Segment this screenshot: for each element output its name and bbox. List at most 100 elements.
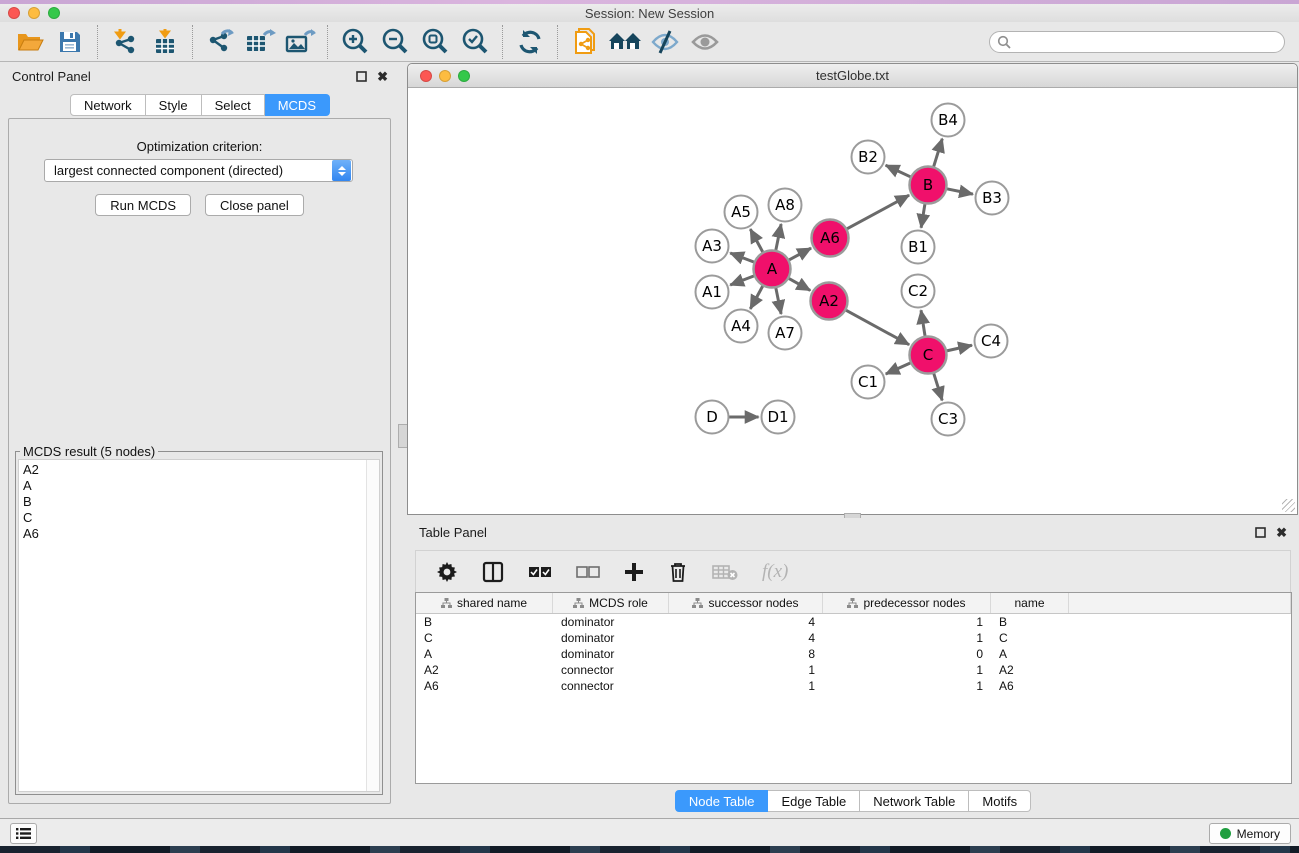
split-columns-icon[interactable] (482, 561, 504, 583)
table-body: Bdominator41BCdominator41CAdominator80AA… (416, 614, 1291, 694)
delete-column-icon[interactable] (668, 561, 688, 583)
show-graphics-details-icon[interactable] (685, 25, 725, 59)
table-cell: dominator (553, 646, 669, 662)
save-session-icon[interactable] (50, 25, 90, 59)
tab-edge-table[interactable]: Edge Table (768, 790, 860, 812)
table-row[interactable]: A6connector11A6 (416, 678, 1291, 694)
table-settings-gear-icon[interactable] (436, 561, 458, 583)
import-table-icon[interactable] (145, 25, 185, 59)
table-cell: connector (553, 678, 669, 694)
network-window-titlebar[interactable]: testGlobe.txt (408, 64, 1297, 88)
list-scrollbar[interactable] (366, 460, 379, 791)
network-window-title: testGlobe.txt (408, 68, 1297, 83)
memory-button[interactable]: Memory (1209, 823, 1291, 844)
toolbar-separator (327, 25, 328, 59)
apply-layout-icon[interactable] (510, 25, 550, 59)
mcds-result-list[interactable]: A2ABCA6 (18, 459, 380, 792)
graph-node-label-B2: B2 (858, 148, 878, 166)
import-network-icon[interactable] (105, 25, 145, 59)
table-cell: 1 (823, 614, 991, 630)
graph-edge-A-A6[interactable] (788, 248, 811, 260)
table-row[interactable]: A2connector11A2 (416, 662, 1291, 678)
mcds-result-item: B (23, 494, 379, 510)
run-mcds-button[interactable]: Run MCDS (95, 194, 191, 216)
create-column-icon[interactable] (624, 562, 644, 582)
table-cell: A6 (991, 678, 1069, 694)
attribute-tree-icon (573, 598, 584, 608)
graph-edge-B-B4[interactable] (933, 139, 942, 168)
export-table-icon[interactable] (240, 25, 280, 59)
zoom-fit-icon[interactable] (415, 25, 455, 59)
tab-mcds[interactable]: MCDS (265, 94, 330, 116)
vertical-splitter[interactable] (400, 62, 407, 818)
graph-edge-C-C2[interactable] (921, 310, 925, 336)
graph-edge-C-C1[interactable] (886, 363, 911, 374)
float-panel-icon[interactable] (356, 71, 367, 82)
unselect-all-columns-icon[interactable] (576, 566, 600, 578)
node-table: shared nameMCDS rolesuccessor nodesprede… (415, 592, 1292, 784)
tab-style[interactable]: Style (146, 94, 202, 116)
graph-edge-C-C4[interactable] (946, 345, 972, 351)
tab-motifs[interactable]: Motifs (969, 790, 1031, 812)
graph-node-label-A1: A1 (702, 283, 722, 301)
graph-edge-B-B1[interactable] (921, 203, 925, 227)
export-network-icon[interactable] (200, 25, 240, 59)
close-table-panel-icon[interactable]: ✖ (1276, 526, 1287, 539)
table-cell: C (991, 630, 1069, 646)
delete-table-icon[interactable] (712, 563, 738, 581)
session-title: Session: New Session (0, 6, 1299, 21)
select-all-columns-icon[interactable] (528, 566, 552, 578)
main-toolbar (0, 22, 1299, 62)
mcds-result-item: A2 (23, 462, 379, 478)
graph-edge-A-A2[interactable] (788, 278, 810, 290)
graph-edge-B-B2[interactable] (886, 165, 912, 177)
graph-node-label-C3: C3 (938, 410, 958, 428)
graph-edge-A-A5[interactable] (750, 229, 763, 253)
table-row[interactable]: Cdominator41C (416, 630, 1291, 646)
zoom-out-icon[interactable] (375, 25, 415, 59)
zoom-in-icon[interactable] (335, 25, 375, 59)
graph-edge-A-A8[interactable] (776, 224, 781, 251)
table-row[interactable]: Bdominator41B (416, 614, 1291, 630)
float-table-panel-icon[interactable] (1255, 527, 1266, 538)
show-task-history-button[interactable] (10, 823, 37, 844)
hide-graphics-details-icon[interactable] (645, 25, 685, 59)
table-cell: dominator (553, 630, 669, 646)
close-panel-button[interactable]: Close panel (205, 194, 304, 216)
app-titlebar[interactable]: Session: New Session (0, 4, 1299, 22)
graph-edge-B-B3[interactable] (946, 189, 973, 194)
open-session-icon[interactable] (10, 25, 50, 59)
graph-edge-A-A4[interactable] (750, 285, 763, 309)
function-builder-icon[interactable]: f(x) (762, 561, 788, 583)
graph-edge-A-A3[interactable] (730, 253, 755, 262)
column-header[interactable]: shared name (416, 593, 553, 613)
graph-edge-C-C3[interactable] (934, 373, 943, 401)
cybrowser-home-icon[interactable] (605, 25, 645, 59)
new-network-from-selection-icon[interactable] (565, 25, 605, 59)
graph-node-label-B: B (923, 176, 933, 194)
graph-edge-A2-C[interactable] (845, 310, 909, 345)
table-cell: A (991, 646, 1069, 662)
graph-edge-A6-B[interactable] (846, 195, 909, 229)
tab-select[interactable]: Select (202, 94, 265, 116)
export-image-icon[interactable] (280, 25, 320, 59)
search-icon (997, 35, 1011, 49)
graph-edge-A-A1[interactable] (730, 276, 755, 285)
tab-network[interactable]: Network (70, 94, 146, 116)
column-header[interactable]: name (991, 593, 1069, 613)
search-input[interactable] (989, 31, 1285, 53)
resize-grip[interactable] (1282, 499, 1295, 512)
control-panel-title: Control Panel (12, 69, 91, 84)
column-header[interactable]: MCDS role (553, 593, 669, 613)
zoom-selected-icon[interactable] (455, 25, 495, 59)
column-header[interactable]: predecessor nodes (823, 593, 991, 613)
network-canvas[interactable]: B4B2BB3A5A8A6A3B1AA1C2A2A4A7C4CC1DD1C3 (408, 88, 1297, 513)
tab-network-table[interactable]: Network Table (860, 790, 969, 812)
optimization-criterion-select[interactable]: largest connected component (directed) (44, 159, 353, 182)
table-cell: dominator (553, 614, 669, 630)
column-header[interactable]: successor nodes (669, 593, 823, 613)
close-panel-icon[interactable]: ✖ (377, 70, 388, 83)
graph-edge-A-A7[interactable] (776, 287, 781, 314)
tab-node-table[interactable]: Node Table (675, 790, 769, 812)
table-row[interactable]: Adominator80A (416, 646, 1291, 662)
